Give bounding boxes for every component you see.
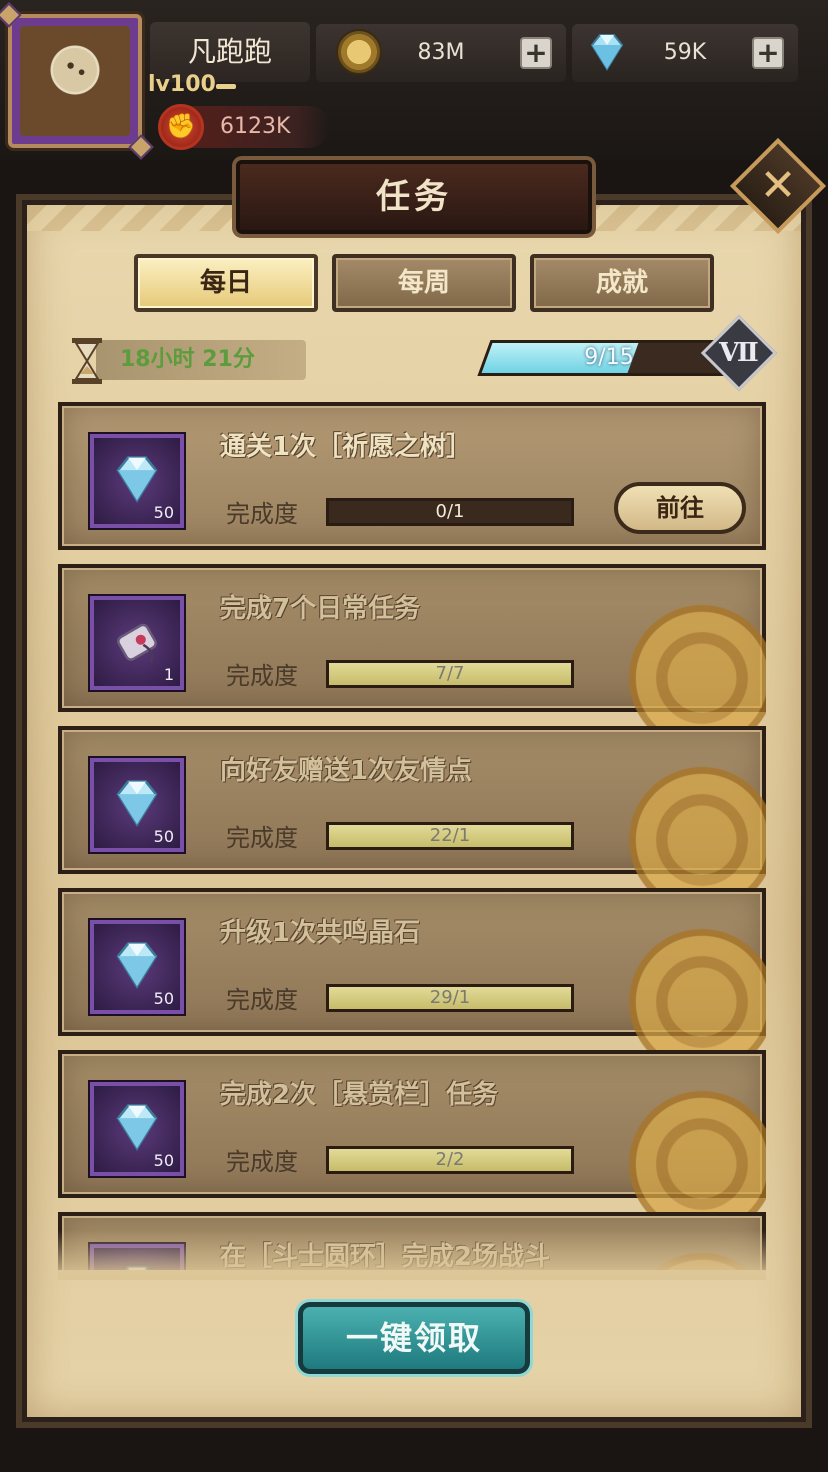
reward-item[interactable]: 1	[90, 596, 184, 690]
list-fade	[58, 1230, 766, 1280]
quest-title: 完成2次［悬赏栏］任务	[220, 1080, 499, 1110]
quest-title: 完成7个日常任务	[220, 594, 421, 624]
quest-progress-text: 7/7	[435, 663, 465, 684]
diamond-icon	[116, 780, 158, 827]
quest-progress-text: 29/1	[429, 987, 471, 1008]
activity-progress-text: 9/15	[584, 345, 634, 370]
gold-resource: 83M +	[316, 24, 566, 82]
quest-list[interactable]: 50 通关1次［祈愿之树］ 完成度 0/1 前往 1 完成7个日常任务 完成度 7/7 50 向好友…	[58, 402, 766, 1270]
quest-card[interactable]: 50 完成2次［悬赏栏］任务完成度 2/2	[58, 1050, 766, 1244]
reset-timer: 18小时 21分	[96, 340, 306, 380]
scroll-icon	[117, 623, 157, 663]
avatar-frame-gem-icon	[128, 134, 154, 160]
reward-count: 50	[153, 1151, 174, 1170]
diamond-icon	[116, 942, 158, 989]
quest-progress-text: 0/1	[435, 501, 465, 522]
diamond-resource: 59K +	[572, 24, 798, 82]
diamond-value: 59K	[663, 40, 707, 65]
gold-value: 83M	[417, 40, 465, 65]
close-icon: ✕	[759, 160, 797, 211]
reward-count: 50	[153, 989, 174, 1008]
reward-count: 1	[163, 665, 174, 684]
reward-count: 50	[153, 827, 174, 846]
hourglass-icon	[72, 338, 102, 384]
player-level: lv100	[148, 72, 216, 97]
quest-card[interactable]: 50 升级1次共鸣晶石完成度 29/1	[58, 888, 766, 1082]
fist-icon: ✊	[158, 104, 204, 150]
quest-progress-bar: 7/7	[326, 660, 574, 688]
level-progress-bar	[216, 84, 236, 89]
quest-card[interactable]: 1 完成7个日常任务完成度 7/7	[58, 564, 766, 758]
quest-title: 通关1次［祈愿之树］	[220, 432, 473, 462]
diamond-icon	[116, 456, 158, 503]
completion-label: 完成度	[226, 1148, 298, 1176]
reset-timer-text: 18小时 21分	[120, 347, 255, 372]
player-avatar[interactable]	[0, 2, 154, 160]
diamond-icon	[590, 34, 624, 71]
panel-title: 任务	[376, 177, 452, 217]
activity-rank-label: Ⅶ	[719, 338, 759, 368]
quest-progress-bar: 0/1	[326, 498, 574, 526]
reward-item[interactable]: 50	[90, 1082, 184, 1176]
quest-title: 向好友赠送1次友情点	[220, 756, 473, 786]
combat-power: ✊ 6123K	[158, 104, 330, 150]
completion-label: 完成度	[226, 986, 298, 1014]
panel-title-plate: 任务	[236, 160, 592, 234]
reward-item[interactable]: 50	[90, 920, 184, 1014]
quest-progress-text: 22/1	[429, 825, 471, 846]
reward-item[interactable]: 50	[90, 434, 184, 528]
add-diamond-button[interactable]: +	[752, 37, 784, 69]
quest-progress-bar: 2/2	[326, 1146, 574, 1174]
tab-achievements[interactable]: 成就	[530, 254, 714, 312]
avatar-frame-gem-icon	[0, 2, 22, 28]
completion-label: 完成度	[226, 662, 298, 690]
quest-card[interactable]: 50 通关1次［祈愿之树］ 完成度 0/1 前往	[58, 402, 766, 550]
quest-title: 升级1次共鸣晶石	[220, 918, 421, 948]
quest-card[interactable]: 50 向好友赠送1次友情点完成度 22/1	[58, 726, 766, 920]
quest-progress-text: 2/2	[435, 1149, 465, 1170]
add-gold-button[interactable]: +	[520, 37, 552, 69]
reward-count: 50	[153, 503, 174, 522]
combat-power-value: 6123K	[220, 114, 291, 139]
reward-item[interactable]: 50	[90, 758, 184, 852]
tab-daily[interactable]: 每日	[134, 254, 318, 312]
claim-all-button[interactable]: 一键领取	[298, 1302, 530, 1374]
completion-label: 完成度	[226, 824, 298, 852]
diamond-icon	[116, 1104, 158, 1151]
top-bar: 凡跑跑 lv100 ✊ 6123K 83M + 59K +	[0, 0, 828, 160]
tab-weekly[interactable]: 每周	[332, 254, 516, 312]
go-button[interactable]: 前往	[614, 482, 746, 534]
avatar-portrait	[20, 26, 130, 136]
completion-label: 完成度	[226, 500, 298, 528]
quest-progress-bar: 29/1	[326, 984, 574, 1012]
quest-progress-bar: 22/1	[326, 822, 574, 850]
